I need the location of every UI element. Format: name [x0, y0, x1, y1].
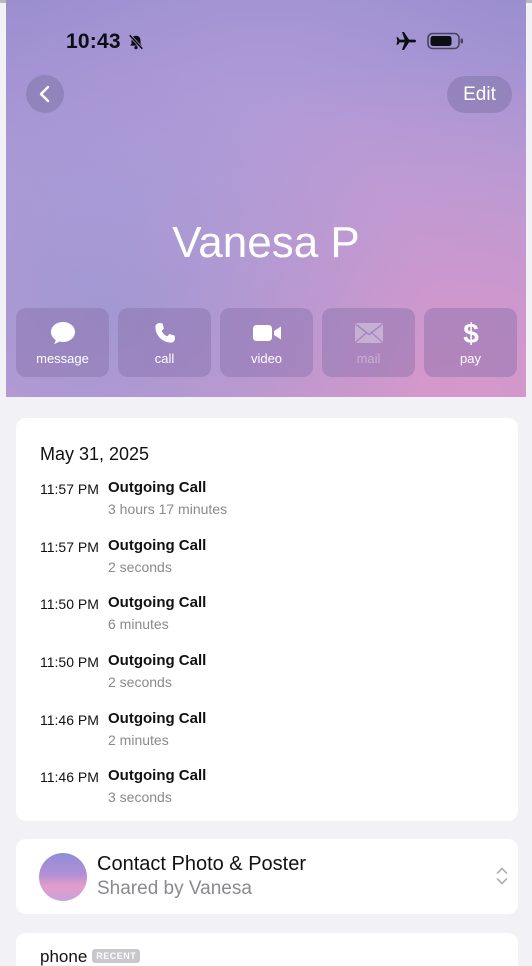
call-time: 11:57 PM	[40, 481, 99, 497]
contact-name: Vanesa P	[172, 218, 360, 267]
call-history-card: May 31, 2025 11:57 PM Outgoing Call 3 ho…	[16, 418, 518, 821]
mail-action-button[interactable]: mail	[322, 308, 415, 377]
call-time: 11:46 PM	[40, 711, 99, 728]
call-type: Outgoing Call	[108, 594, 207, 612]
call-duration: 2 seconds	[108, 558, 172, 575]
pay-action-label: pay	[460, 351, 481, 366]
call-time: 11:50 PM	[40, 596, 99, 613]
call-history-row: 11:50 PM Outgoing Call 2 seconds	[40, 652, 518, 710]
video-camera-icon	[252, 320, 282, 346]
call-history-row: 11:46 PM Outgoing Call 2 minutes	[40, 710, 518, 768]
contact-photo-subtitle: Shared by Vanesa	[97, 878, 252, 899]
call-type: Outgoing Call	[108, 536, 207, 554]
mail-action-label: mail	[356, 351, 381, 366]
call-history-row: 11:46 PM Outgoing Call 3 seconds	[40, 767, 518, 825]
call-history-row: 11:57 PM Outgoing Call 2 seconds	[40, 537, 518, 595]
call-duration: 3 hours 17 minutes	[108, 501, 228, 517]
status-bar-time: 10:43	[66, 30, 145, 54]
svg-text:$: $	[463, 319, 479, 347]
pay-action-button[interactable]: $ pay	[424, 308, 517, 377]
chevron-left-icon	[39, 85, 50, 103]
quick-actions: message call video mail $ pay	[16, 308, 517, 377]
mail-envelope-icon	[354, 320, 384, 346]
call-duration: 6 minutes	[108, 616, 169, 633]
edit-button[interactable]: Edit	[447, 76, 512, 113]
phone-section[interactable]: phone RECENT	[16, 933, 518, 966]
battery-icon	[427, 32, 463, 50]
call-type: Outgoing Call	[108, 479, 207, 496]
call-type: Outgoing Call	[108, 652, 207, 670]
call-duration: 3 seconds	[108, 789, 172, 806]
call-history-row: 11:50 PM Outgoing Call 6 minutes	[40, 594, 518, 652]
call-time: 11:46 PM	[40, 769, 99, 786]
chevron-up-down-icon	[496, 867, 508, 885]
video-action-button[interactable]: video	[220, 308, 313, 377]
call-history-row: 11:57 PM Outgoing Call 3 hours 17 minute…	[40, 479, 518, 537]
call-duration: 2 minutes	[108, 731, 169, 748]
call-action-label: call	[154, 351, 175, 366]
recent-badge: RECENT	[92, 949, 141, 963]
contact-photo-title: Contact Photo & Poster	[97, 853, 307, 875]
clock-text: 10:43	[66, 30, 121, 53]
message-action-button[interactable]: message	[16, 308, 109, 377]
message-action-label: message	[36, 351, 89, 366]
phone-label: phone	[40, 947, 88, 966]
back-button[interactable]	[26, 75, 64, 113]
phone-icon	[153, 320, 177, 346]
video-action-label: video	[250, 351, 283, 366]
avatar	[39, 852, 87, 901]
dollar-icon: $	[461, 319, 481, 347]
call-duration: 2 seconds	[108, 674, 172, 691]
call-time: 11:57 PM	[40, 538, 99, 555]
call-time: 11:50 PM	[40, 654, 99, 671]
status-bar-right	[395, 31, 465, 51]
contact-photo-poster-row[interactable]: Contact Photo & Poster Shared by Vanesa	[16, 839, 518, 914]
silent-bell-icon	[128, 34, 144, 50]
airplane-mode-icon	[396, 32, 416, 50]
message-bubble-icon	[49, 320, 77, 346]
call-history-date: May 31, 2025	[40, 444, 150, 464]
call-type: Outgoing Call	[108, 709, 207, 727]
call-action-button[interactable]: call	[118, 308, 211, 377]
call-type: Outgoing Call	[108, 767, 207, 785]
